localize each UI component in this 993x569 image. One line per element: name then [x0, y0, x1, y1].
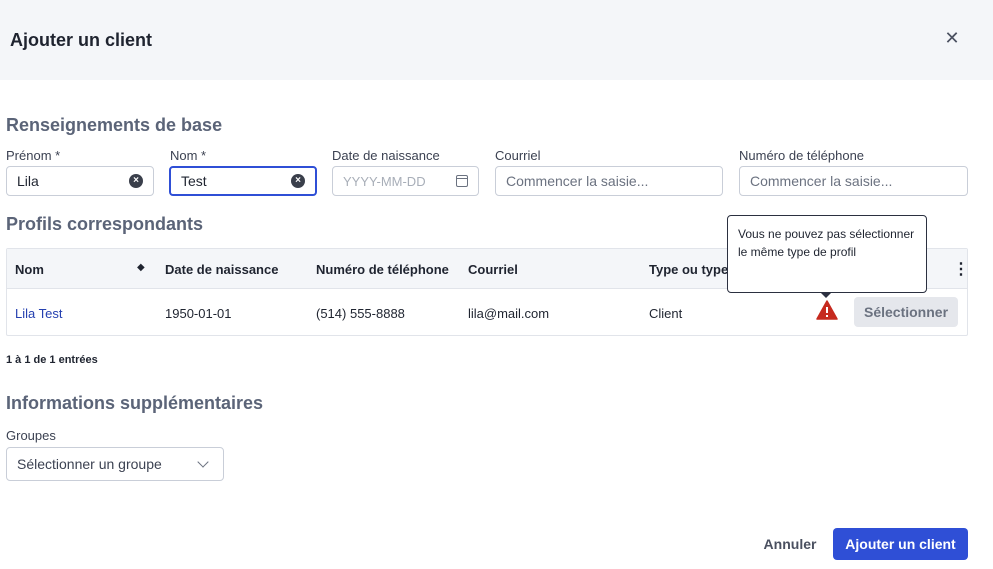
birthdate-label: Date de naissance [332, 148, 440, 163]
tooltip-arrow [820, 292, 832, 298]
section-basic-title: Renseignements de base [6, 115, 223, 135]
phone-label: Numéro de téléphone [739, 148, 865, 163]
row-type: Client [649, 306, 683, 321]
add-client-button[interactable]: Ajouter un client [833, 528, 968, 560]
column-header-type[interactable]: Type ou type [649, 262, 728, 277]
cancel-button[interactable]: Annuler [760, 528, 820, 560]
modal-title: Ajouter un client [10, 30, 153, 50]
last-name-label: Nom * [170, 148, 207, 163]
select-profile-button[interactable]: Sélectionner [854, 297, 958, 327]
clear-icon[interactable]: × [129, 174, 143, 188]
row-phone: (514) 555-8888 [316, 306, 405, 321]
calendar-icon[interactable] [456, 175, 468, 187]
kebab-menu-icon[interactable]: ⋮ [953, 259, 969, 279]
birthdate-input[interactable]: YYYY-MM-DD [332, 166, 479, 196]
last-name-value: Test [181, 173, 207, 189]
section-profiles-title: Profils correspondants [6, 214, 204, 234]
warning-icon[interactable] [816, 300, 838, 320]
first-name-value: Lila [17, 173, 39, 189]
add-client-modal: Ajouter un client ✕ Renseignements de ba… [0, 0, 993, 569]
phone-placeholder: Commencer la saisie... [750, 173, 893, 189]
warning-tooltip: Vous ne pouvez pas sélectionner le même … [727, 215, 927, 293]
modal-header: Ajouter un client ✕ [0, 0, 993, 80]
column-header-birthdate[interactable]: Date de naissance [165, 262, 278, 277]
last-name-input[interactable]: Test × [169, 166, 317, 196]
row-name-link[interactable]: Lila Test [15, 306, 62, 321]
first-name-label: Prénom * [6, 148, 61, 163]
section-extra-title: Informations supplémentaires [6, 393, 264, 413]
phone-input[interactable]: Commencer la saisie... [739, 166, 968, 196]
row-birthdate: 1950-01-01 [165, 306, 232, 321]
sort-icon[interactable]: ◆ [137, 262, 145, 273]
email-placeholder: Commencer la saisie... [506, 173, 649, 189]
groups-select[interactable]: Sélectionner un groupe [6, 447, 224, 481]
column-header-name[interactable]: Nom [15, 262, 44, 277]
close-icon[interactable]: ✕ [942, 28, 962, 48]
row-email: lila@mail.com [468, 306, 550, 321]
groups-label: Groupes [6, 428, 56, 443]
email-label: Courriel [495, 148, 541, 163]
clear-icon[interactable]: × [291, 174, 305, 188]
column-header-email[interactable]: Courriel [468, 262, 518, 277]
column-header-phone[interactable]: Numéro de téléphone [316, 262, 449, 277]
groups-select-value: Sélectionner un groupe [17, 456, 162, 472]
email-input[interactable]: Commencer la saisie... [495, 166, 723, 196]
chevron-down-icon [197, 456, 209, 468]
entries-count: 1 à 1 de 1 entrées [6, 354, 98, 366]
first-name-input[interactable]: Lila × [6, 166, 154, 196]
birthdate-placeholder: YYYY-MM-DD [343, 173, 426, 189]
